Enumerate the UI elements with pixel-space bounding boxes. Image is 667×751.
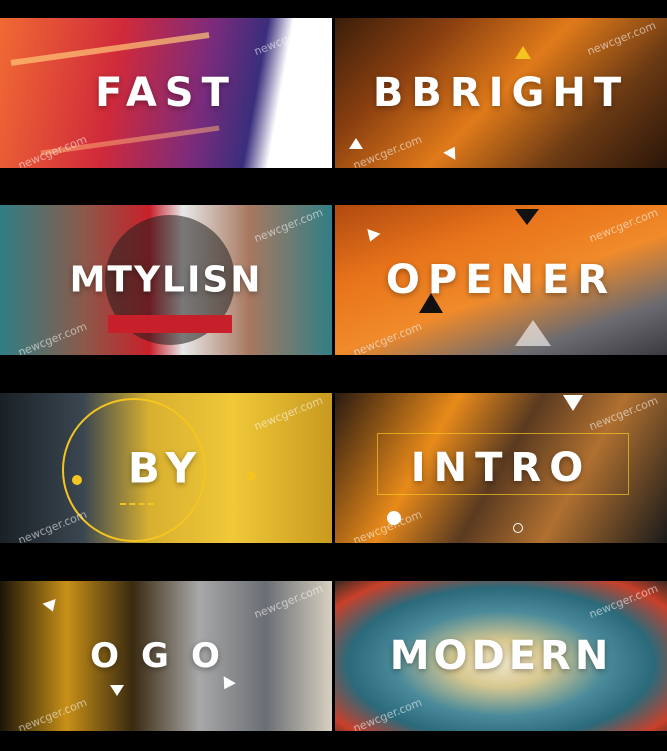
tile-intro-word: INTRO <box>410 445 592 491</box>
tile-modern-word: MODERN <box>389 633 613 679</box>
tile-opener-word: OPENER <box>385 257 617 303</box>
tile-intro: INTRO newcger.com newcger.com <box>335 393 667 543</box>
triangle-shape <box>110 685 124 696</box>
circle-outline <box>513 523 523 533</box>
tile-bright-word: BBRIGHT <box>335 70 667 116</box>
tile-bright: BBRIGHT newcger.com newcger.com <box>335 18 667 168</box>
tile-fast-word: FAST <box>95 70 237 116</box>
zigzag-shape <box>120 503 154 513</box>
triangle-shape <box>515 46 531 59</box>
train-red-band <box>108 315 232 333</box>
tile-stylish: MTYLISN newcger.com newcger.com <box>0 205 332 355</box>
triangle-shape <box>563 395 583 411</box>
tile-by: BY newcger.com newcger.com <box>0 393 332 543</box>
triangle-outline <box>515 320 551 346</box>
tile-logo: OGO newcger.com newcger.com <box>0 581 332 731</box>
tile-fast: FAST newcger.com newcger.com <box>0 18 332 168</box>
tile-opener: OPENER newcger.com newcger.com <box>335 205 667 355</box>
tile-modern: MODERN newcger.com newcger.com <box>335 581 667 731</box>
triangle-shape <box>349 138 363 149</box>
tile-stylish-word: MTYLISN <box>69 259 263 301</box>
tile-by-word: BY <box>127 443 205 493</box>
triangle-shape <box>515 209 539 225</box>
tile-bright-main: BRIGHT <box>411 70 630 116</box>
tile-logo-word: OGO <box>90 636 242 676</box>
tile-bright-prefix: B <box>372 70 412 116</box>
